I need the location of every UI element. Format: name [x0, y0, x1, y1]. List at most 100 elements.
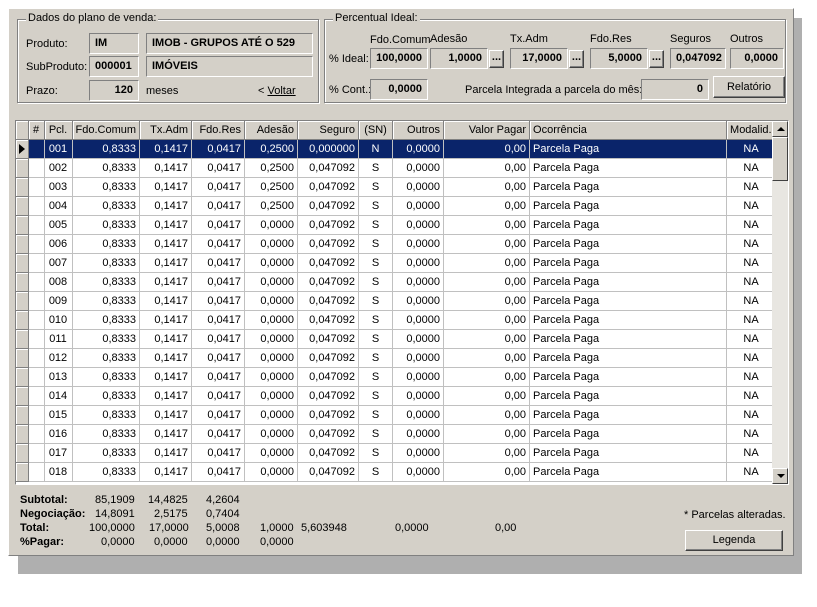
- cell-seguro[interactable]: 0,047092: [297, 310, 360, 330]
- cell-fdo-res[interactable]: 0,0417: [191, 443, 246, 463]
- tx-adm-dots-button[interactable]: ...: [569, 50, 584, 68]
- table-row[interactable]: 010 0,8333 0,1417 0,0417 0,0000 0,047092 S 0,00…: [16, 310, 777, 330]
- cell-outros[interactable]: 0,0000: [392, 215, 445, 235]
- cell-num[interactable]: [28, 272, 45, 292]
- row-indicator[interactable]: [16, 272, 29, 292]
- cell-ocorrencia[interactable]: Parcela Paga: [529, 139, 728, 159]
- cell-outros[interactable]: 0,0000: [392, 196, 445, 216]
- cell-seguro[interactable]: 0,047092: [297, 253, 360, 273]
- cell-fdo-comum[interactable]: 0,8333: [72, 310, 141, 330]
- cell-fdo-res[interactable]: 0,0417: [191, 348, 246, 368]
- cell-valor-pagar[interactable]: 0,00: [443, 405, 531, 425]
- cell-num[interactable]: [28, 234, 45, 254]
- cell-valor-pagar[interactable]: 0,00: [443, 196, 531, 216]
- cell-ocorrencia[interactable]: Parcela Paga: [529, 158, 728, 178]
- cell-sn[interactable]: S: [358, 158, 394, 178]
- row-indicator[interactable]: [16, 196, 29, 216]
- cell-fdo-comum[interactable]: 0,8333: [72, 215, 141, 235]
- cell-pcl[interactable]: 011: [44, 329, 73, 349]
- cell-num[interactable]: [28, 367, 45, 387]
- cell-num[interactable]: [28, 329, 45, 349]
- cell-pcl[interactable]: 002: [44, 158, 73, 178]
- cell-fdo-res[interactable]: 0,0417: [191, 234, 246, 254]
- cell-adesao[interactable]: 0,2500: [244, 139, 299, 159]
- cell-seguro[interactable]: 0,047092: [297, 158, 360, 178]
- cell-outros[interactable]: 0,0000: [392, 139, 445, 159]
- cell-valor-pagar[interactable]: 0,00: [443, 177, 531, 197]
- cell-sn[interactable]: S: [358, 234, 394, 254]
- cell-ocorrencia[interactable]: Parcela Paga: [529, 291, 728, 311]
- cell-valor-pagar[interactable]: 0,00: [443, 139, 531, 159]
- subproduto-desc-field[interactable]: IMÓVEIS: [146, 56, 313, 77]
- cell-outros[interactable]: 0,0000: [392, 367, 445, 387]
- col-header-tx-adm[interactable]: Tx.Adm: [139, 121, 193, 140]
- cell-fdo-comum[interactable]: 0,8333: [72, 367, 141, 387]
- cell-valor-pagar[interactable]: 0,00: [443, 215, 531, 235]
- cell-valor-pagar[interactable]: 0,00: [443, 443, 531, 463]
- cell-fdo-res[interactable]: 0,0417: [191, 310, 246, 330]
- cell-num[interactable]: [28, 443, 45, 463]
- table-row[interactable]: 013 0,8333 0,1417 0,0417 0,0000 0,047092 S 0,00…: [16, 367, 777, 387]
- cell-outros[interactable]: 0,0000: [392, 386, 445, 406]
- produto-desc-field[interactable]: IMOB - GRUPOS ATÉ O 529: [146, 33, 313, 54]
- produto-code-field[interactable]: IM: [89, 33, 139, 54]
- col-header-adesao[interactable]: Adesão: [244, 121, 299, 140]
- parcelas-grid[interactable]: # Pcl. Fdo.Comum Tx.Adm Fdo.Res Adesão S…: [15, 120, 789, 485]
- cell-num[interactable]: [28, 405, 45, 425]
- cell-sn[interactable]: N: [358, 139, 394, 159]
- cell-fdo-comum[interactable]: 0,8333: [72, 158, 141, 178]
- cell-adesao[interactable]: 0,0000: [244, 272, 299, 292]
- legenda-button[interactable]: Legenda: [685, 530, 783, 551]
- cell-valor-pagar[interactable]: 0,00: [443, 253, 531, 273]
- cell-adesao[interactable]: 0,0000: [244, 253, 299, 273]
- cell-pcl[interactable]: 012: [44, 348, 73, 368]
- col-header-fdo-res[interactable]: Fdo.Res: [191, 121, 246, 140]
- cell-modalid[interactable]: NA: [726, 367, 777, 387]
- row-indicator[interactable]: [16, 443, 29, 463]
- cell-tx-adm[interactable]: 0,1417: [139, 215, 193, 235]
- cell-fdo-res[interactable]: 0,0417: [191, 139, 246, 159]
- col-header-outros[interactable]: Outros: [392, 121, 445, 140]
- cell-adesao[interactable]: 0,2500: [244, 196, 299, 216]
- cell-tx-adm[interactable]: 0,1417: [139, 348, 193, 368]
- cell-tx-adm[interactable]: 0,1417: [139, 196, 193, 216]
- table-row[interactable]: 011 0,8333 0,1417 0,0417 0,0000 0,047092 S 0,00…: [16, 329, 777, 349]
- table-row[interactable]: 012 0,8333 0,1417 0,0417 0,0000 0,047092 S 0,00…: [16, 348, 777, 368]
- cell-valor-pagar[interactable]: 0,00: [443, 291, 531, 311]
- cell-adesao[interactable]: 0,0000: [244, 462, 299, 482]
- scroll-up-button[interactable]: [772, 121, 788, 137]
- cell-fdo-comum[interactable]: 0,8333: [72, 424, 141, 444]
- cell-num[interactable]: [28, 253, 45, 273]
- row-indicator[interactable]: [16, 291, 29, 311]
- cell-fdo-comum[interactable]: 0,8333: [72, 329, 141, 349]
- table-row[interactable]: 005 0,8333 0,1417 0,0417 0,0000 0,047092 S 0,00…: [16, 215, 777, 235]
- cell-modalid[interactable]: NA: [726, 253, 777, 273]
- cell-outros[interactable]: 0,0000: [392, 329, 445, 349]
- cell-pcl[interactable]: 004: [44, 196, 73, 216]
- ideal-outros-field[interactable]: 0,0000: [730, 48, 784, 69]
- cell-tx-adm[interactable]: 0,1417: [139, 329, 193, 349]
- table-row[interactable]: 007 0,8333 0,1417 0,0417 0,0000 0,047092 S 0,00…: [16, 253, 777, 273]
- parcela-integrada-field[interactable]: 0: [641, 79, 709, 100]
- table-row[interactable]: 001 0,8333 0,1417 0,0417 0,2500 0,000000 N 0,00…: [16, 139, 777, 159]
- ideal-tx-adm-field[interactable]: 17,0000: [510, 48, 568, 69]
- cell-fdo-comum[interactable]: 0,8333: [72, 253, 141, 273]
- cell-pcl[interactable]: 010: [44, 310, 73, 330]
- cell-sn[interactable]: S: [358, 272, 394, 292]
- cell-fdo-res[interactable]: 0,0417: [191, 253, 246, 273]
- cell-seguro[interactable]: 0,047092: [297, 272, 360, 292]
- cell-fdo-comum[interactable]: 0,8333: [72, 177, 141, 197]
- cell-outros[interactable]: 0,0000: [392, 177, 445, 197]
- cell-num[interactable]: [28, 139, 45, 159]
- cell-fdo-res[interactable]: 0,0417: [191, 424, 246, 444]
- ideal-fdo-comum-field[interactable]: 100,0000: [370, 48, 428, 69]
- row-indicator[interactable]: [16, 139, 29, 159]
- cell-tx-adm[interactable]: 0,1417: [139, 291, 193, 311]
- prazo-field[interactable]: 120: [89, 80, 139, 101]
- cell-ocorrencia[interactable]: Parcela Paga: [529, 405, 728, 425]
- cell-modalid[interactable]: NA: [726, 310, 777, 330]
- cell-adesao[interactable]: 0,0000: [244, 405, 299, 425]
- col-header-ocorrencia[interactable]: Ocorrência: [529, 121, 728, 140]
- cell-seguro[interactable]: 0,047092: [297, 329, 360, 349]
- cell-adesao[interactable]: 0,2500: [244, 158, 299, 178]
